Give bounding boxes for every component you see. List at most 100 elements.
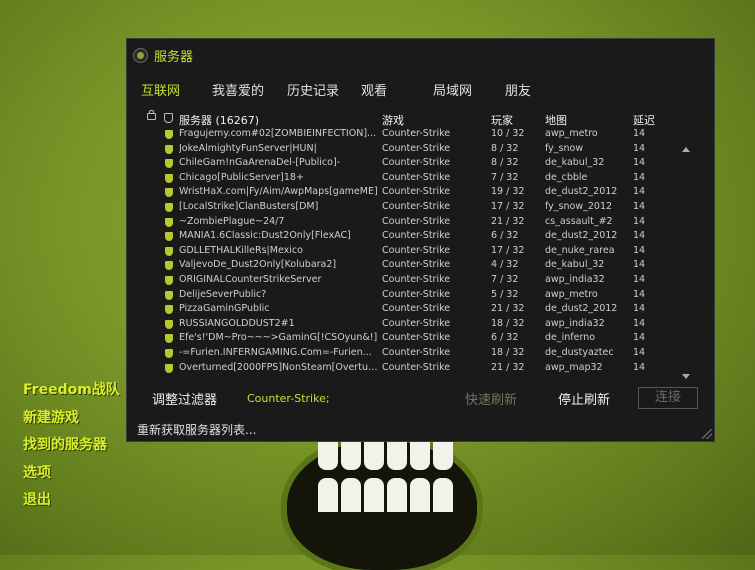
table-row[interactable]: ValjevoDe_Dust2Only[Kolubara2] Counter-St… (143, 258, 683, 273)
cell-map: de_kabul_32 (545, 259, 605, 271)
resize-grip-icon[interactable] (702, 429, 712, 439)
cell-game: Counter-Strike (382, 171, 451, 183)
cell-players: 17 / 32 (491, 244, 525, 256)
menu-item-new-game[interactable]: 新建游戏 (23, 408, 120, 436)
cell-game: Counter-Strike (382, 274, 451, 285)
vac-shield-icon (165, 349, 173, 358)
vac-shield-icon (165, 334, 173, 344)
menu-item-options[interactable]: 选项 (23, 463, 120, 491)
cell-latency: 14 (633, 332, 646, 344)
vac-shield-icon (165, 203, 173, 212)
cell-game: Counter-Strike (382, 332, 451, 344)
table-row[interactable]: GDLLETHALKilleRs|Mexico Counter-Strike 17 … (143, 244, 683, 259)
column-header-players[interactable]: 玩家 (491, 112, 513, 128)
cell-server-name: JokeAlmightyFunServer|HUN| (179, 142, 317, 154)
table-row[interactable]: MANIA1.6Classic:Dust2Only[FlexAC] Counter… (143, 229, 683, 244)
vac-shield-icon (165, 246, 173, 256)
table-header: 服务器 (16267) 游戏 玩家 地图 延迟 (143, 109, 701, 127)
window-title: 服务器 (154, 49, 194, 65)
bottom-bar: 调整过滤器 Counter-Strike; 快速刷新 停止刷新 连接 重新获取服… (127, 384, 716, 444)
vac-shield-icon (165, 363, 173, 373)
cell-server-name: -=Furien.INFERNGAMING.Com=-Furien... (179, 347, 372, 358)
tab-history[interactable]: 历史记录 (287, 80, 339, 99)
column-header-map[interactable]: 地图 (545, 112, 567, 128)
menu-item-find-servers[interactable]: 找到的服务器 (23, 435, 120, 463)
cell-players: 21 / 32 (491, 303, 525, 315)
cell-latency: 14 (633, 230, 646, 242)
table-row[interactable]: Fragujemy.com#02[ZOMBIEINFECTION]... Coun… (143, 127, 683, 142)
table-row[interactable]: RUSSIANGOLDDUST2#1 Counter-Strike 18 / 32 a… (143, 317, 683, 332)
menu-item-exit[interactable]: 退出 (23, 490, 120, 518)
cell-players: 7 / 32 (491, 274, 519, 285)
cell-game: Counter-Strike (382, 142, 451, 154)
quick-refresh-button[interactable]: 快速刷新 (465, 389, 517, 408)
cell-latency: 14 (633, 288, 646, 300)
cell-map: awp_metro (545, 288, 598, 300)
cell-players: 6 / 32 (491, 332, 519, 344)
cell-game: Counter-Strike (382, 215, 451, 227)
table-row[interactable]: -=Furien.INFERNGAMING.Com=-Furien... Coun… (143, 346, 683, 361)
tab-internet[interactable]: 互联网 (141, 80, 180, 99)
scroll-down-arrow-icon[interactable] (682, 374, 690, 379)
table-row[interactable]: Chicago[PublicServer]18+ Counter-Strike 7 … (143, 171, 683, 186)
table-row[interactable]: [LocalStrike]ClanBusters[DM] Counter-Stri… (143, 200, 683, 215)
table-row[interactable]: ~ZombiePlague~24/7 Counter-Strike 21 / 32 c… (143, 215, 683, 230)
cell-latency: 14 (633, 215, 646, 227)
vac-shield-icon (165, 319, 173, 329)
tab-favorites[interactable]: 我喜爱的 (212, 80, 264, 99)
cell-latency: 14 (633, 347, 646, 358)
table-row[interactable]: Efe's!'DM~Pro~~~>GaminG[!CSOyun&!] Counte… (143, 331, 683, 346)
cell-map: fy_snow (545, 142, 584, 154)
cell-players: 5 / 32 (491, 288, 519, 300)
cell-map: de_cbble (545, 171, 588, 183)
vac-shield-icon (165, 144, 173, 154)
cell-latency: 14 (633, 244, 646, 256)
scrollbar[interactable] (680, 147, 692, 379)
cell-server-name: MANIA1.6Classic:Dust2Only[FlexAC] (179, 230, 351, 242)
cell-map: awp_india32 (545, 274, 605, 285)
menu-item-freedom[interactable]: Freedom战队 (23, 380, 120, 408)
vac-shield-icon (165, 261, 173, 271)
vac-shield-icon (165, 276, 173, 285)
titlebar[interactable]: 服务器 (133, 45, 193, 65)
teeth-top-decoration (318, 440, 453, 470)
tab-spectate[interactable]: 观看 (361, 80, 387, 99)
cell-latency: 14 (633, 201, 646, 212)
cell-server-name: Chicago[PublicServer]18+ (179, 171, 304, 183)
scroll-up-arrow-icon[interactable] (682, 147, 690, 152)
adjust-filter-button[interactable]: 调整过滤器 (152, 389, 217, 408)
cell-latency: 14 (633, 171, 646, 183)
cell-map: awp_map32 (545, 361, 603, 373)
cell-map: de_dust2_2012 (545, 303, 618, 315)
column-header-server[interactable]: 服务器 (16267) (179, 112, 259, 128)
cell-map: de_kabul_32 (545, 157, 605, 169)
cell-map: de_dustyaztec (545, 347, 614, 358)
cell-map: awp_metro (545, 128, 598, 139)
table-row[interactable]: ORIGINALCounterStrikeServer Counter-Strik… (143, 273, 683, 288)
status-text: 重新获取服务器列表... (137, 423, 257, 437)
table-row[interactable]: ChileGam!nGaArenaDel-[Publico]- Counter-S… (143, 156, 683, 171)
secure-shield-icon[interactable] (164, 113, 173, 123)
table-row[interactable]: Overturned[2000FPS]NonSteam[Overtur... Co… (143, 361, 683, 376)
table-row[interactable]: DelijeSeverPublic? Counter-Strike 5 / 32 aw… (143, 288, 683, 303)
stop-refresh-button[interactable]: 停止刷新 (558, 389, 610, 408)
table-row[interactable]: JokeAlmightyFunServer|HUN| Counter-Strike… (143, 142, 683, 157)
table-row[interactable]: WristHaX.com|Fy/Aim/AwpMaps[gameME] Count… (143, 185, 683, 200)
column-header-latency[interactable]: 延迟 (633, 112, 655, 128)
tab-lan[interactable]: 局域网 (433, 80, 472, 99)
column-header-game[interactable]: 游戏 (382, 112, 404, 128)
vac-shield-icon (165, 290, 173, 300)
lock-icon[interactable] (147, 110, 156, 120)
cell-latency: 14 (633, 303, 646, 315)
vac-shield-icon (165, 305, 173, 315)
cell-latency: 14 (633, 157, 646, 169)
table-row[interactable]: PizzaGaminGPublic Counter-Strike 21 / 32 de… (143, 302, 683, 317)
cell-server-name: Overturned[2000FPS]NonSteam[Overtur... (179, 361, 379, 373)
filter-value: Counter-Strike; (247, 392, 330, 405)
main-menu: Freedom战队 新建游戏 找到的服务器 选项 退出 (23, 380, 120, 518)
cell-map: de_inferno (545, 332, 596, 344)
connect-button[interactable]: 连接 (638, 387, 698, 409)
tab-friends[interactable]: 朋友 (505, 80, 531, 99)
cell-map: awp_india32 (545, 317, 605, 329)
cell-server-name: DelijeSeverPublic? (179, 288, 267, 300)
